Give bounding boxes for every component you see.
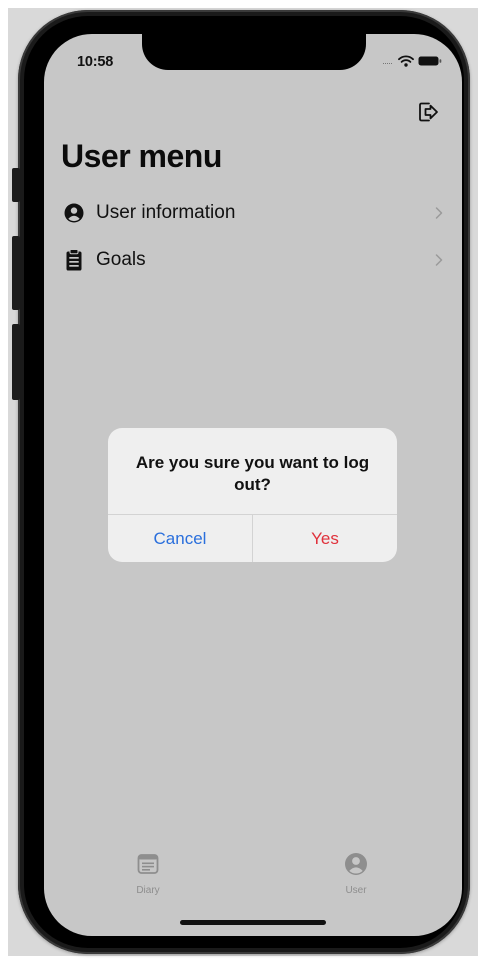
status-time: 10:58 xyxy=(77,54,114,70)
notch xyxy=(142,34,366,70)
status-icons: ····· xyxy=(382,54,442,72)
tab-label: Diary xyxy=(136,885,160,896)
logout-button[interactable] xyxy=(414,100,442,128)
dialog-actions: Cancel Yes xyxy=(108,514,397,562)
tab-label: User xyxy=(345,885,367,896)
cancel-button[interactable]: Cancel xyxy=(108,515,253,562)
menu-item-label: Goals xyxy=(96,249,146,270)
wifi-icon xyxy=(398,54,414,72)
tab-bar: Diary User xyxy=(44,852,462,912)
mute-switch xyxy=(12,168,20,202)
user-icon xyxy=(344,852,368,881)
home-indicator[interactable] xyxy=(180,920,326,925)
tab-diary[interactable]: Diary xyxy=(118,852,178,896)
logout-icon xyxy=(416,100,440,129)
volume-up-button xyxy=(12,236,20,310)
menu-item-user-information[interactable]: User information xyxy=(64,193,446,233)
user-circle-icon xyxy=(64,202,84,224)
chevron-right-icon xyxy=(432,251,446,269)
tab-user[interactable]: User xyxy=(326,852,386,896)
volume-down-button xyxy=(12,324,20,400)
page-title: User menu xyxy=(61,138,222,174)
signal-dots-icon: ····· xyxy=(382,58,393,68)
logout-confirm-dialog: Are you sure you want to log out? Cancel… xyxy=(108,428,397,562)
app-screen: 10:58 ····· User menu User information G… xyxy=(44,34,462,936)
diary-icon xyxy=(136,852,160,881)
battery-icon xyxy=(418,54,442,72)
confirm-logout-button[interactable]: Yes xyxy=(253,515,397,562)
dialog-message: Are you sure you want to log out? xyxy=(135,453,370,494)
menu-item-label: User information xyxy=(96,202,236,223)
clipboard-icon xyxy=(64,249,84,271)
chevron-right-icon xyxy=(432,204,446,222)
menu-item-goals[interactable]: Goals xyxy=(64,240,446,280)
